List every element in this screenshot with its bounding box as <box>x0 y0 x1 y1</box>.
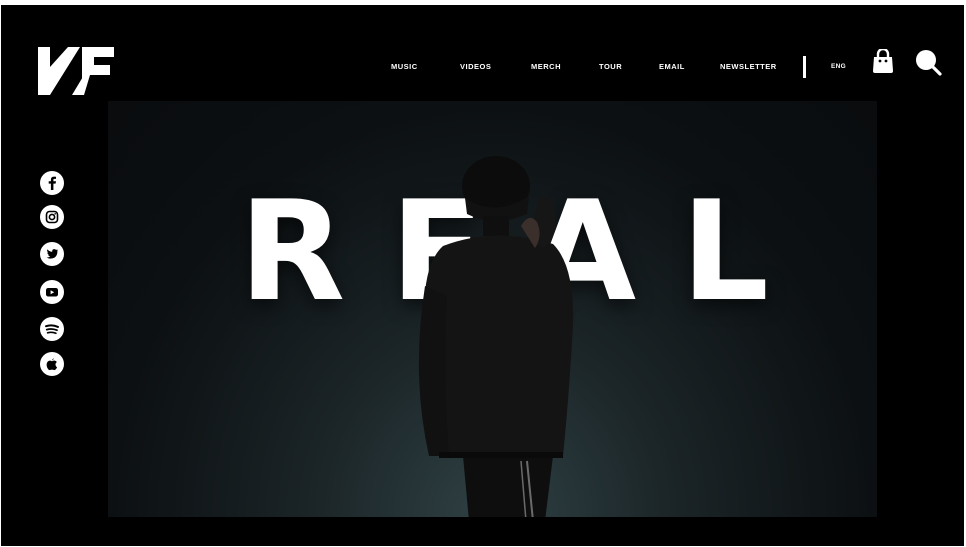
artist-figure <box>418 156 574 517</box>
facebook-icon[interactable] <box>40 171 64 195</box>
nav-email[interactable]: EMAIL <box>659 62 685 71</box>
nav-merch[interactable]: MERCH <box>531 62 561 71</box>
page-frame: NF MUSIC VIDEOS MERCH TOUR EMAIL NEWSLET… <box>1 5 964 546</box>
nav-newsletter[interactable]: NEWSLETTER <box>720 62 777 71</box>
instagram-icon[interactable] <box>40 205 64 229</box>
youtube-icon[interactable] <box>40 280 64 304</box>
apple-music-icon[interactable] <box>40 352 64 376</box>
nav-videos[interactable]: VIDEOS <box>460 62 491 71</box>
hero-title-letter-l: L <box>681 171 769 332</box>
language-selector[interactable]: ENG <box>831 63 846 70</box>
nf-logo[interactable]: NF <box>38 45 114 97</box>
spotify-icon[interactable] <box>40 317 64 341</box>
hero-banner[interactable]: R E A L <box>108 101 877 517</box>
hero-title-letter-r: R <box>239 171 346 332</box>
shopping-bag-icon[interactable] <box>872 49 894 74</box>
search-icon[interactable] <box>915 49 942 76</box>
nav-tour[interactable]: TOUR <box>599 62 622 71</box>
nav-music[interactable]: MUSIC <box>391 62 418 71</box>
twitter-icon[interactable] <box>40 242 64 266</box>
nav-divider <box>803 56 806 78</box>
